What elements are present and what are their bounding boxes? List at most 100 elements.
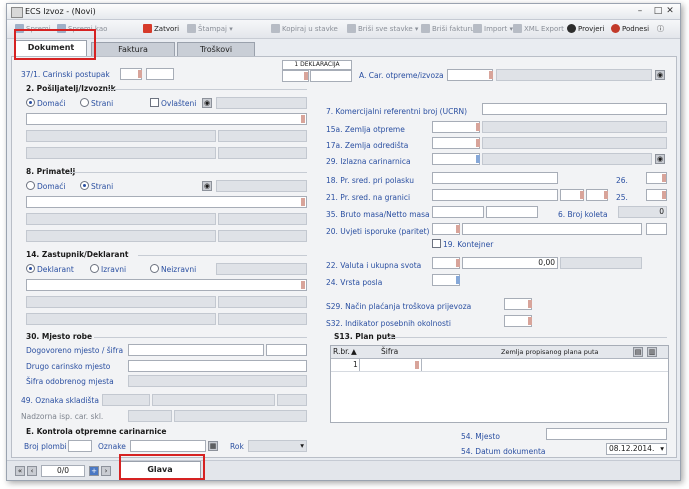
tab-faktura[interactable]: Faktura bbox=[91, 42, 175, 56]
sender-country-field[interactable] bbox=[218, 147, 307, 159]
representative-country-field[interactable] bbox=[218, 313, 307, 325]
consignee-lookup-icon[interactable]: ◉ bbox=[202, 181, 212, 191]
agreed-place-code-field[interactable] bbox=[266, 344, 307, 356]
required-marker bbox=[301, 198, 305, 206]
exit-office-lookup-icon[interactable]: ◉ bbox=[655, 154, 665, 164]
gross-mass-field[interactable] bbox=[432, 206, 484, 218]
dispatch-country-label: 15a. Zemlja otpreme bbox=[326, 125, 405, 134]
sender-address-field-2[interactable] bbox=[218, 130, 307, 142]
grid-remove-icon[interactable]: ▥ bbox=[647, 347, 657, 357]
warehouse-supervision-label: Nadzorna isp. car. skl. bbox=[21, 412, 104, 421]
sender-city-field[interactable] bbox=[26, 147, 216, 159]
next-page-icon[interactable]: › bbox=[101, 466, 111, 476]
deadline-field[interactable]: ▾ bbox=[248, 440, 307, 452]
declaration-field-2[interactable] bbox=[310, 70, 352, 82]
declarant-radio[interactable]: Deklarant bbox=[26, 264, 74, 275]
sender-name-field[interactable] bbox=[26, 113, 307, 125]
itinerary-grid[interactable]: R.br. ▲ Šifra Zemlja propisanog plana pu… bbox=[330, 345, 669, 423]
destination-country-name-field[interactable] bbox=[482, 137, 667, 149]
table-row[interactable]: 1 bbox=[331, 359, 668, 372]
sender-domestic-radio[interactable]: Domaći bbox=[26, 98, 65, 109]
direct-radio[interactable]: Izravni bbox=[90, 264, 126, 275]
consignee-address-field[interactable] bbox=[26, 213, 216, 225]
destination-country-field[interactable] bbox=[432, 137, 480, 149]
submit-button[interactable]: Podnesi bbox=[611, 23, 649, 35]
consignee-code-field[interactable] bbox=[216, 180, 307, 192]
consignee-country-field[interactable] bbox=[218, 230, 307, 242]
delivery-terms-place-field[interactable] bbox=[462, 223, 642, 235]
exit-office-field[interactable] bbox=[432, 153, 480, 165]
sort-icon[interactable]: ▲ bbox=[351, 347, 357, 357]
copy-to-items-button[interactable]: Kopiraj u stavke bbox=[271, 23, 338, 35]
prev-page-icon[interactable]: ‹ bbox=[27, 466, 37, 476]
delete-all-items-button[interactable]: Briši sve stavke ▾ bbox=[347, 23, 418, 35]
import-button[interactable]: Import ▾ bbox=[473, 23, 513, 35]
delete-invoice-button[interactable]: Briši fakturu bbox=[421, 23, 475, 35]
sender-lookup-icon[interactable]: ◉ bbox=[202, 98, 212, 108]
net-mass-field[interactable] bbox=[486, 206, 538, 218]
seal-count-field[interactable] bbox=[68, 440, 92, 452]
ucrn-field[interactable] bbox=[482, 103, 667, 115]
warehouse-extra-field[interactable] bbox=[277, 394, 307, 406]
seal-count-label: Broj plombi bbox=[24, 442, 67, 451]
goods-location-section-title: 30. Mjesto robe bbox=[26, 332, 93, 341]
agreed-place-field[interactable] bbox=[128, 344, 264, 356]
sender-address-field[interactable] bbox=[26, 130, 216, 142]
check-button[interactable]: Provjeri bbox=[567, 23, 604, 35]
document-date-field[interactable]: 08.12.2014. ▾ bbox=[606, 443, 667, 455]
indirect-radio[interactable]: Neizravni bbox=[150, 264, 196, 275]
representative-address-field[interactable] bbox=[26, 296, 216, 308]
seals-field[interactable] bbox=[130, 440, 206, 452]
warehouse-field[interactable] bbox=[102, 394, 150, 406]
container-checkbox[interactable]: 19. Kontejner bbox=[432, 239, 493, 250]
tab-troskovi[interactable]: Troškovi bbox=[177, 42, 255, 56]
xml-export-button[interactable]: XML Export bbox=[513, 23, 564, 35]
export-office-name-field[interactable] bbox=[496, 69, 652, 81]
representative-city-field[interactable] bbox=[26, 313, 216, 325]
highlight-box-glava bbox=[119, 454, 205, 480]
checkbox-icon bbox=[150, 98, 159, 107]
warehouse-name-field[interactable] bbox=[152, 394, 275, 406]
submit-icon bbox=[611, 24, 620, 33]
close-form-button[interactable]: Zatvori bbox=[143, 23, 179, 35]
representative-name-field[interactable] bbox=[26, 279, 307, 291]
border-transport-label: 21. Pr. sred. na granici bbox=[326, 193, 411, 202]
exit-office-name-field[interactable] bbox=[482, 153, 652, 165]
other-customs-place-field[interactable] bbox=[128, 360, 307, 372]
minimize-icon[interactable]: – bbox=[633, 6, 647, 16]
representative-address-field-2[interactable] bbox=[218, 296, 307, 308]
representative-code-field[interactable] bbox=[216, 263, 307, 275]
export-office-field[interactable] bbox=[447, 69, 493, 81]
export-office-lookup-icon[interactable]: ◉ bbox=[655, 70, 665, 80]
sender-code-field[interactable] bbox=[216, 97, 307, 109]
warehouse-supervision-field[interactable] bbox=[128, 410, 172, 422]
total-amount-field[interactable]: 0,00 bbox=[462, 257, 558, 269]
sender-foreign-radio[interactable]: Strani bbox=[80, 98, 113, 109]
consignee-name-field[interactable] bbox=[26, 196, 307, 208]
calendar-icon[interactable]: ▦ bbox=[208, 441, 218, 451]
print-button[interactable]: Štampaj ▾ bbox=[187, 23, 233, 35]
required-marker bbox=[301, 281, 305, 289]
consignee-domestic-radio[interactable]: Domaći bbox=[26, 181, 65, 192]
required-marker bbox=[138, 70, 142, 78]
dispatch-country-field[interactable] bbox=[432, 121, 480, 133]
place-field[interactable] bbox=[546, 428, 667, 440]
delivery-terms-extra-field[interactable] bbox=[646, 223, 667, 235]
gross-net-mass-label: 35. Bruto masa/Netto masa bbox=[326, 210, 430, 219]
help-icon[interactable]: ⓘ bbox=[657, 23, 664, 35]
currency-name-field[interactable] bbox=[560, 257, 642, 269]
dispatch-country-name-field[interactable] bbox=[482, 121, 667, 133]
grid-add-icon[interactable]: ▤ bbox=[633, 347, 643, 357]
customs-procedure-field-2[interactable] bbox=[146, 68, 174, 80]
first-page-icon[interactable]: « bbox=[15, 466, 25, 476]
consignee-address-field-2[interactable] bbox=[218, 213, 307, 225]
consignee-foreign-radio[interactable]: Strani bbox=[80, 181, 113, 192]
authorized-checkbox[interactable]: Ovlašteni bbox=[150, 98, 196, 109]
approved-place-code-field[interactable] bbox=[128, 375, 307, 387]
close-icon[interactable]: ✕ bbox=[663, 6, 677, 16]
departure-transport-field[interactable] bbox=[432, 172, 558, 184]
add-record-icon[interactable]: + bbox=[89, 466, 99, 476]
border-transport-field[interactable] bbox=[432, 189, 558, 201]
warehouse-supervision-field-2[interactable] bbox=[174, 410, 307, 422]
consignee-city-field[interactable] bbox=[26, 230, 216, 242]
